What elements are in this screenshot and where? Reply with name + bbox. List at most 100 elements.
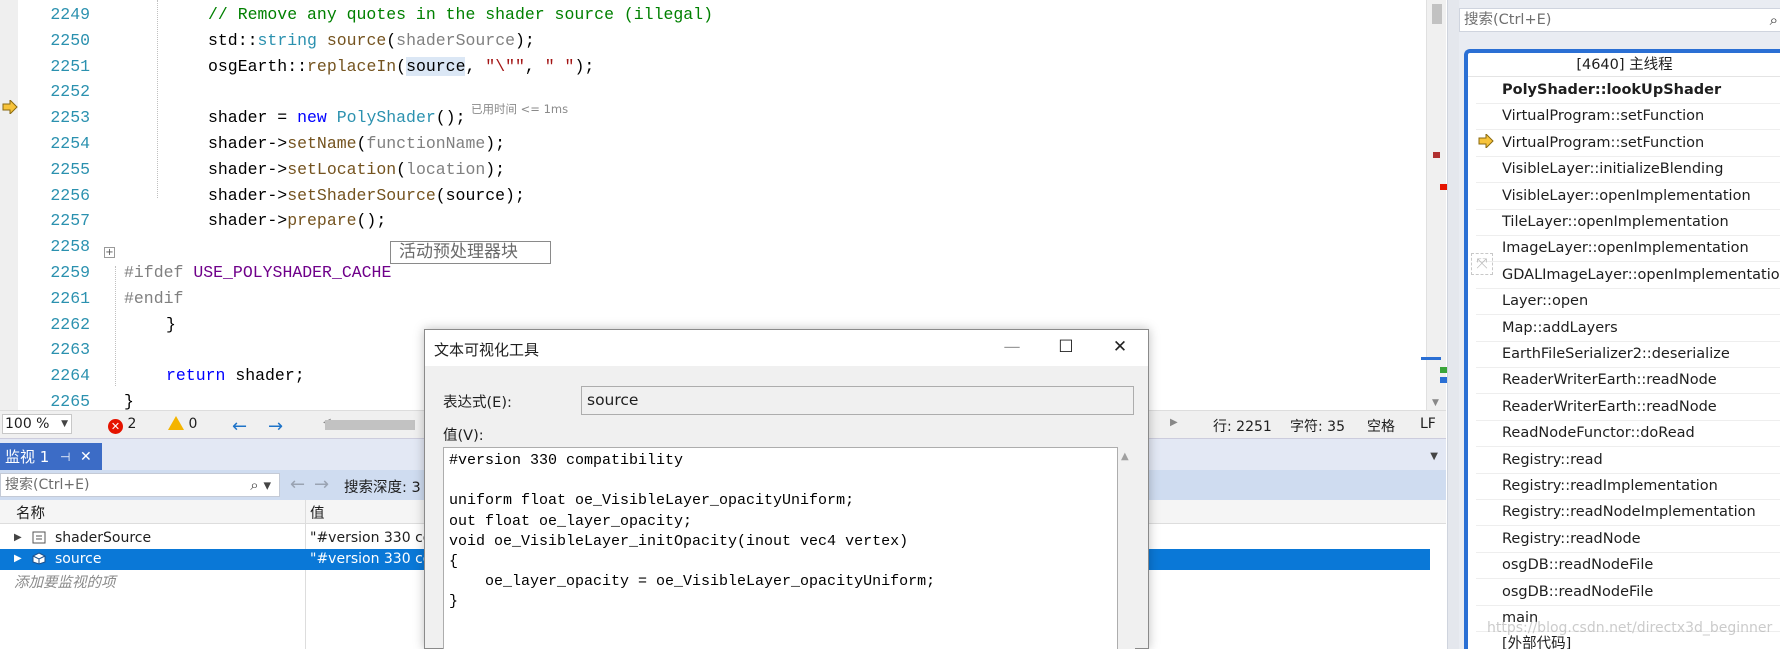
stack-frame[interactable]: ReadNodeFunctor::doRead — [1502, 420, 1780, 446]
code-line[interactable]: #ifdef USE_POLYSHADER_CACHE — [124, 261, 391, 285]
value-text-line: #version 330 compatibility — [449, 452, 684, 469]
indicator-margin[interactable] — [0, 0, 18, 410]
code-token: " " — [544, 56, 575, 76]
code-token: return — [166, 366, 226, 386]
code-line[interactable]: } — [166, 313, 176, 337]
stack-frame[interactable]: ReaderWriterEarth::readNode — [1502, 394, 1780, 420]
code-line[interactable]: osgEarth::replaceIn(source, "\"", " "); — [208, 55, 594, 79]
thread-card[interactable]: [4640] 主线程 PolyShader::lookUpShader Virtu… — [1464, 49, 1780, 649]
stack-frame[interactable]: VisibleLayer::initializeBlending — [1502, 156, 1780, 182]
indent-indicator[interactable]: 空格 — [1367, 416, 1395, 436]
navigate-forward-icon[interactable]: → — [268, 416, 283, 437]
stack-frame[interactable]: osgDB::readNodeFile — [1502, 579, 1780, 605]
stack-frame[interactable]: VirtualProgram::setFunction — [1502, 130, 1780, 156]
call-stack-panel: 搜索(Ctrl+E) ⌕ [4640] 主线程 PolyShader::look… — [1447, 0, 1780, 649]
stack-frame[interactable]: PolyShader::lookUpShader — [1502, 77, 1780, 103]
char-indicator[interactable]: 字符: 35 — [1290, 416, 1345, 436]
warning-count[interactable]: 0 — [168, 416, 197, 432]
add-watch-item-prompt[interactable]: 添加要监视的项 — [14, 571, 116, 592]
expand-arrow-icon[interactable]: ▶ — [14, 549, 22, 569]
expand-view-icon[interactable]: ⤧ — [1471, 253, 1493, 275]
pin-icon[interactable]: ⊣ — [60, 443, 70, 471]
close-button[interactable]: ✕ — [1093, 330, 1147, 366]
callstack-search-input[interactable]: 搜索(Ctrl+E) ⌕ — [1459, 8, 1780, 32]
object-icon — [32, 552, 46, 565]
code-token: USE_POLYSHADER_CACHE — [193, 263, 392, 282]
caret-position-marker — [1421, 357, 1441, 360]
line-number: 2263 — [50, 340, 90, 360]
code-line[interactable]: #endif — [124, 287, 183, 311]
scrollbar-thumb[interactable] — [1432, 4, 1442, 24]
stack-frame[interactable]: ImageLayer::openImplementation — [1502, 235, 1780, 261]
code-line[interactable]: shader->setName(functionName); — [208, 132, 505, 156]
code-token: shader = — [208, 108, 298, 128]
expand-arrow-icon[interactable]: ▶ — [14, 528, 22, 548]
search-icon[interactable]: ⌕ ▾ — [250, 474, 271, 496]
code-line[interactable]: shader->prepare(); — [208, 209, 386, 233]
stack-frame[interactable]: VirtualProgram::setFunction — [1502, 103, 1780, 129]
zoom-select[interactable]: 100 % ▼ — [2, 414, 72, 434]
code-line[interactable]: std::string source(shaderSource); — [208, 29, 535, 53]
line-number: 2262 — [50, 314, 90, 334]
code-token: shader-> — [208, 159, 288, 179]
scroll-up-arrow-icon[interactable]: ▲ — [1121, 451, 1129, 462]
editor-vertical-scrollbar[interactable]: ▼ — [1421, 0, 1447, 410]
stack-frame[interactable]: ReaderWriterEarth::readNode — [1502, 367, 1780, 393]
maximize-button[interactable]: ☐ — [1039, 330, 1093, 366]
line-number: 2250 — [50, 30, 90, 50]
editor-horizontal-scrollbar[interactable] — [325, 420, 415, 430]
minimize-button[interactable]: — — [985, 330, 1039, 366]
dialog-title-bar[interactable]: 文本可视化工具 — ☐ ✕ — [425, 330, 1148, 366]
stack-frame[interactable]: Layer::open — [1502, 288, 1780, 314]
code-line[interactable]: shader = new PolyShader(); — [208, 106, 466, 130]
stack-frame[interactable]: Registry::readNode — [1502, 526, 1780, 552]
expression-field[interactable]: source — [581, 386, 1134, 415]
stack-frame[interactable]: TileLayer::openImplementation — [1502, 209, 1780, 235]
close-icon[interactable]: ✕ — [80, 443, 92, 471]
stack-frame[interactable]: Map::addLayers — [1502, 315, 1780, 341]
code-token: (source); — [435, 185, 525, 205]
tab-label: 监视 1 — [5, 448, 50, 466]
code-token: setName — [287, 134, 357, 153]
code-line[interactable]: shader->setLocation(location); — [208, 158, 505, 182]
stack-frame[interactable]: osgDB::readNodeFile — [1502, 552, 1780, 578]
search-next-icon[interactable]: → — [314, 474, 329, 495]
inactive-preprocessor-block-label[interactable]: 活动预处理器块 — [390, 241, 551, 264]
code-token: new — [297, 108, 327, 128]
value-text-area[interactable]: #version 330 compatibility uniform float … — [443, 447, 1118, 649]
line-ending-indicator[interactable]: LF — [1420, 416, 1436, 432]
search-previous-icon[interactable]: ← — [290, 474, 305, 495]
search-depth-value[interactable]: 3 — [412, 480, 421, 496]
search-icon[interactable]: ⌕ — [1770, 9, 1778, 31]
column-header-value[interactable]: 值 — [310, 502, 325, 523]
value-scrollbar[interactable]: ▲ — [1118, 447, 1135, 649]
error-count[interactable]: ✕ 2 — [108, 416, 136, 434]
scroll-down-arrow-icon[interactable]: ▼ — [1432, 398, 1439, 408]
watch-search-input[interactable]: 搜索(Ctrl+E) ⌕ ▾ — [0, 473, 280, 497]
stack-frame[interactable]: GDALImageLayer::openImplementation — [1502, 262, 1780, 288]
code-token: , — [524, 56, 545, 76]
code-token: replaceIn — [307, 56, 397, 76]
code-line[interactable]: return shader; — [166, 364, 305, 388]
stack-frame[interactable]: EarthFileSerializer2::deserialize — [1502, 341, 1780, 367]
stack-frame[interactable]: Registry::read — [1502, 447, 1780, 473]
value-text-line: out float oe_layer_opacity; — [449, 512, 693, 530]
code-line[interactable]: // Remove any quotes in the shader sourc… — [208, 3, 713, 27]
stack-frame[interactable]: Registry::readNodeImplementation — [1502, 499, 1780, 525]
code-token: string — [257, 30, 317, 50]
column-divider[interactable] — [305, 500, 306, 649]
stack-frame[interactable]: Registry::readImplementation — [1502, 473, 1780, 499]
code-token: (); — [435, 108, 466, 128]
text-visualizer-dialog[interactable]: 文本可视化工具 — ☐ ✕ 表达式(E): source 值(V): #vers… — [424, 329, 1149, 649]
scroll-right-arrow-icon[interactable]: ▶ — [1170, 417, 1178, 428]
column-header-name[interactable]: 名称 — [16, 502, 45, 523]
panel-splitter[interactable] — [1448, 0, 1459, 649]
error-icon: ✕ — [108, 419, 123, 434]
navigate-back-icon[interactable]: ← — [232, 416, 247, 437]
line-indicator[interactable]: 行: 2251 — [1213, 416, 1272, 436]
code-line[interactable]: shader->setShaderSource(source); — [208, 184, 525, 208]
tab-watch-1[interactable]: 监视 1 ⊣ ✕ — [0, 443, 102, 471]
stack-frame[interactable]: VisibleLayer::openImplementation — [1502, 183, 1780, 209]
outline-expand-icon[interactable]: + — [104, 247, 115, 258]
panel-menu-icon[interactable]: ▼ — [1430, 451, 1438, 462]
